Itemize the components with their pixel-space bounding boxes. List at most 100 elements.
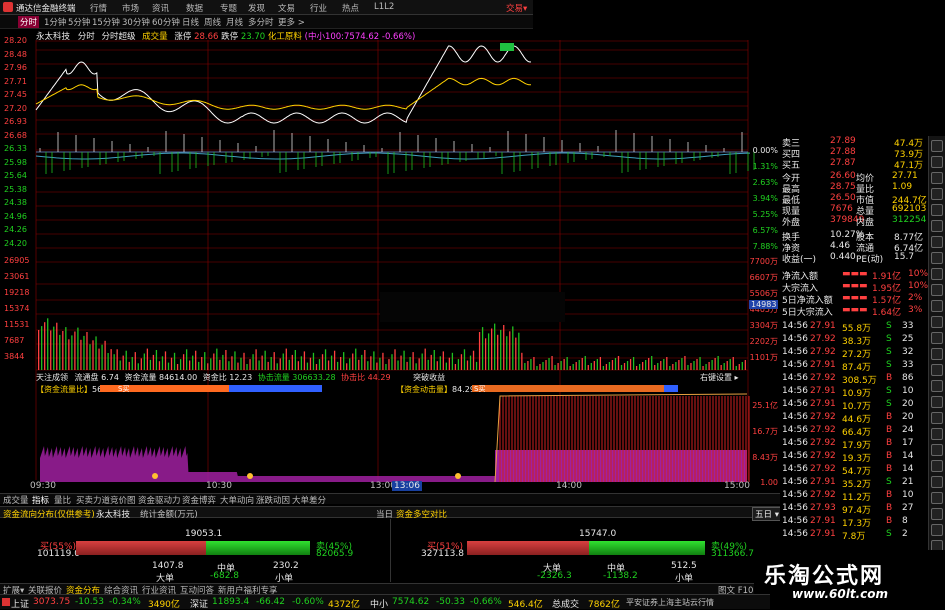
volume-bar — [355, 348, 357, 370]
tab-period[interactable]: 60分钟 — [152, 16, 180, 28]
volume-marker: 14983 — [749, 300, 779, 309]
volume-bar — [376, 362, 378, 370]
tool-icon[interactable] — [931, 476, 943, 488]
tab-indicator[interactable]: 指标 — [32, 494, 49, 506]
tab-period[interactable]: 多分时 — [248, 16, 274, 28]
right-click-settings[interactable]: 右键设置 ▸ — [700, 372, 739, 383]
quote-row: 14:56 27.92 66.4万 B 24 — [782, 425, 914, 438]
tab-indicator[interactable]: 资金驱动力 — [138, 494, 181, 506]
volume-bar — [475, 361, 478, 370]
menu-item[interactable]: 行情 — [90, 2, 107, 14]
tool-icon[interactable] — [931, 412, 943, 424]
tool-icon[interactable] — [931, 188, 943, 200]
tool-icon[interactable] — [931, 396, 943, 408]
tab-indicator[interactable]: 竞价图 — [110, 494, 136, 506]
tab-period[interactable]: 分时 — [18, 16, 40, 28]
menu-item[interactable]: 资讯 — [152, 2, 169, 14]
tool-icon[interactable] — [931, 380, 943, 392]
tool-icon[interactable] — [931, 172, 943, 184]
tab-indicator[interactable]: 大单差分 — [292, 494, 326, 506]
tab-period[interactable]: 30分钟 — [122, 16, 150, 28]
tool-icon[interactable] — [931, 364, 943, 376]
flow-bar-left — [100, 385, 322, 392]
volume-tick: 19218 — [4, 288, 30, 297]
volume-bar — [285, 348, 287, 370]
menu-item[interactable]: 数据 — [186, 2, 203, 14]
volume-bar — [424, 348, 426, 370]
pct-tick: 3.94% — [752, 194, 778, 203]
volume-bar — [684, 356, 686, 370]
tool-icon[interactable] — [931, 284, 943, 296]
tool-icon[interactable] — [931, 460, 943, 472]
tab-indicator[interactable]: 大单动向 — [220, 494, 254, 506]
volume-bar — [741, 362, 743, 370]
tool-icon[interactable] — [931, 220, 943, 232]
volume-bar — [373, 351, 375, 370]
volume-bar — [457, 359, 460, 370]
tool-icon[interactable] — [931, 204, 943, 216]
tool-icon[interactable] — [931, 348, 943, 360]
volume-bar — [68, 339, 70, 370]
tool-icon[interactable] — [931, 508, 943, 520]
tool-icon[interactable] — [931, 428, 943, 440]
tab-indicator[interactable]: 买卖力道 — [76, 494, 110, 506]
tab-period[interactable]: 月线 — [226, 16, 243, 28]
volume-bar — [176, 364, 179, 370]
volume-bar — [611, 360, 614, 370]
tab-period[interactable]: 15分钟 — [92, 16, 120, 28]
tool-icon[interactable] — [931, 268, 943, 280]
menu-item[interactable]: L1L2 — [374, 2, 394, 12]
tab-indicator[interactable]: 成交量 — [3, 494, 29, 506]
volume-bar — [179, 359, 182, 370]
tab-period[interactable]: 1分钟 — [44, 16, 66, 28]
menu-item[interactable]: 文易 — [278, 2, 295, 14]
tool-icon[interactable] — [931, 332, 943, 344]
tool-icon[interactable] — [931, 492, 943, 504]
tool-icon[interactable] — [931, 236, 943, 248]
tool-icon[interactable] — [931, 444, 943, 456]
volume-bar — [593, 361, 595, 370]
volume-bar — [660, 361, 662, 370]
tab-period[interactable]: 日线 — [182, 16, 199, 28]
tab-period[interactable]: 更多 > — [278, 16, 305, 28]
volume-bar — [545, 360, 547, 370]
trade-button[interactable]: 交易▾ — [506, 2, 527, 14]
tool-icon[interactable] — [931, 524, 943, 536]
volume-tick: 2202万 — [749, 337, 778, 346]
volume-bar — [539, 364, 541, 370]
volume-bar — [484, 338, 487, 370]
volume-bar — [554, 365, 556, 370]
tab-period[interactable]: 5分钟 — [68, 16, 90, 28]
volume-bar — [379, 357, 381, 370]
volume-bar — [228, 361, 230, 370]
tab-indicator[interactable]: 资金博弈 — [182, 494, 216, 506]
tool-icon[interactable] — [931, 252, 943, 264]
tool-icon[interactable] — [931, 316, 943, 328]
volume-bar — [506, 336, 508, 370]
volume-bar — [620, 365, 623, 370]
menu-item[interactable]: 市场 — [122, 2, 139, 14]
menu-item[interactable]: 发现 — [248, 2, 265, 14]
menu-item[interactable]: 行业 — [310, 2, 327, 14]
volume-bar — [672, 364, 674, 370]
volume-bar — [116, 349, 118, 370]
tab-indicator[interactable]: 涨跌动因 — [256, 494, 290, 506]
tool-icon[interactable] — [931, 140, 943, 152]
volume-bar — [77, 327, 79, 370]
volume-tick: 3844 — [4, 352, 25, 361]
tool-icon[interactable] — [931, 300, 943, 312]
quote-panel: 卖三 27.89 47.4万 买四 27.88 73.9万 买五 27.87 47.1万 今开 26… — [780, 136, 945, 591]
volume-bar — [481, 327, 484, 370]
menu-item[interactable]: 专题 — [220, 2, 237, 14]
menu-item[interactable]: 热点 — [342, 2, 359, 14]
breakout-dropdown[interactable]: 突破收益 — [413, 373, 445, 382]
tab-indicator[interactable]: 量比 — [54, 494, 71, 506]
volume-bar — [657, 363, 659, 370]
volume-bar — [164, 351, 167, 370]
tab-period[interactable]: 周线 — [204, 16, 221, 28]
volume-bar — [542, 362, 544, 370]
status-bar: 上证 3073.75 -10.53 -0.34% 3490亿 深证 11893.… — [0, 594, 770, 610]
volume-bar — [415, 363, 417, 370]
flow-bars — [40, 43, 750, 483]
tool-icon[interactable] — [931, 156, 943, 168]
